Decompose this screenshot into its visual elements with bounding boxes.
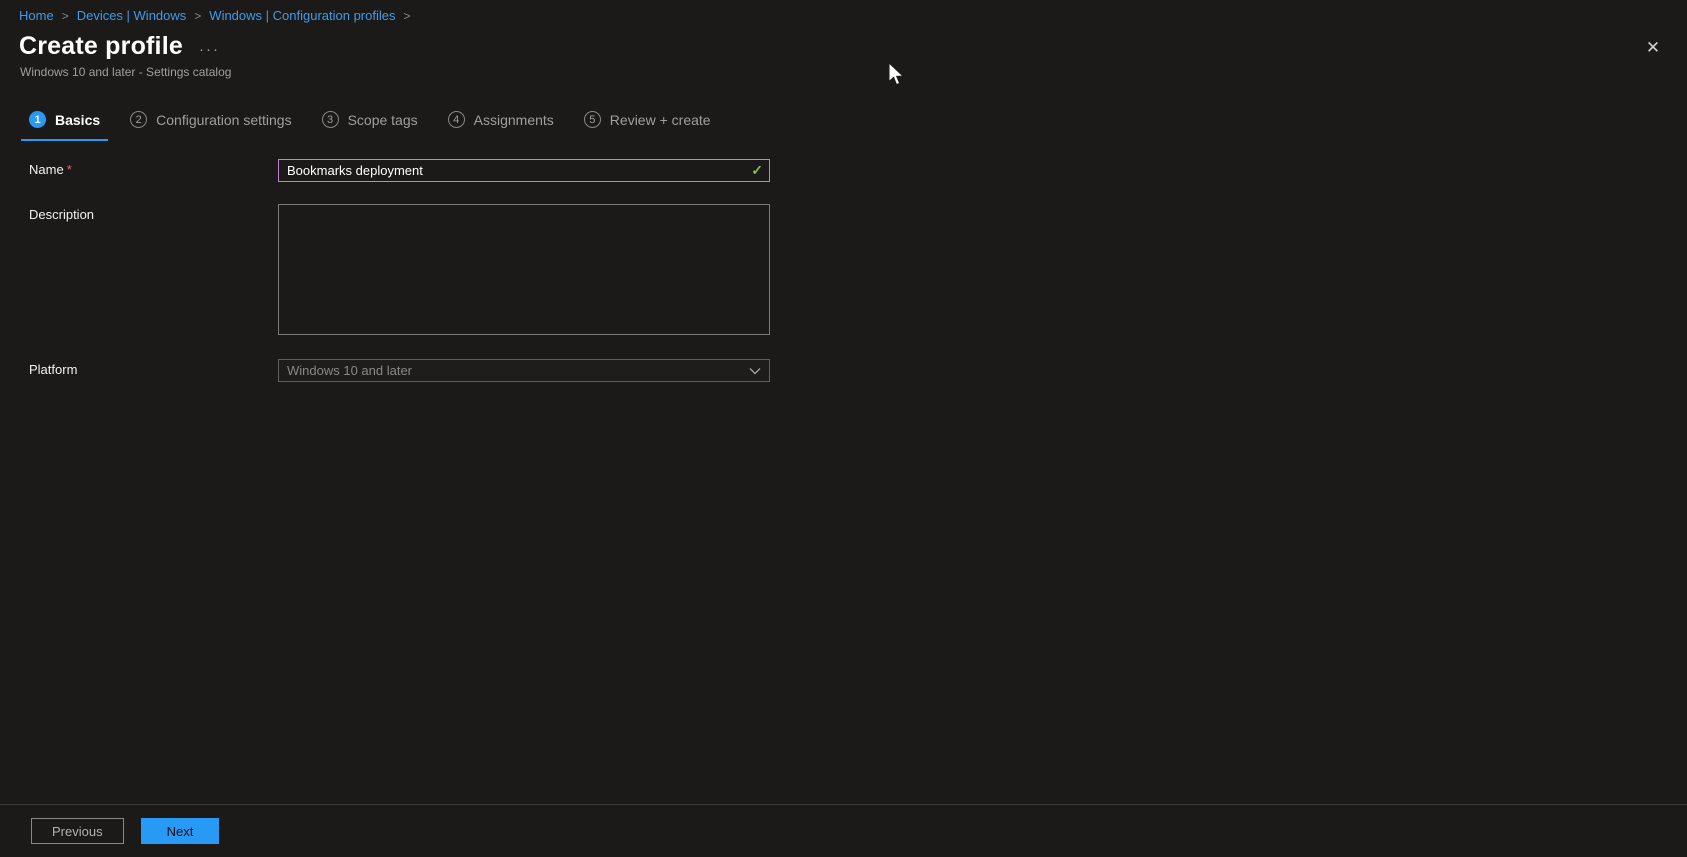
create-profile-page: Home > Devices | Windows > Windows | Con… — [0, 0, 1687, 857]
tab-scope-tags[interactable]: 3 Scope tags — [314, 105, 426, 141]
step-number-badge: 2 — [130, 111, 148, 128]
step-number-badge: 5 — [583, 111, 601, 128]
platform-dropdown[interactable]: Windows 10 and later — [278, 359, 770, 382]
wizard-footer: Previous Next — [0, 804, 1687, 857]
page-title: Create profile — [19, 32, 183, 60]
breadcrumb: Home > Devices | Windows > Windows | Con… — [0, 0, 1687, 23]
tab-basics[interactable]: 1 Basics — [21, 105, 109, 141]
chevron-down-icon — [749, 368, 761, 375]
name-input[interactable] — [278, 159, 770, 182]
step-label: Scope tags — [347, 111, 418, 128]
step-label: Basics — [55, 111, 101, 128]
tab-assignments[interactable]: 4 Assignments — [440, 105, 562, 141]
description-label: Description — [29, 207, 95, 222]
breadcrumb-separator: > — [403, 8, 411, 23]
step-number-badge: 1 — [29, 111, 46, 128]
page-subtitle: Windows 10 and later - Settings catalog — [20, 65, 232, 79]
breadcrumb-separator: > — [61, 8, 69, 23]
platform-row: Platform Windows 10 and later — [29, 359, 1687, 382]
description-field-wrap — [278, 204, 770, 340]
name-row: Name* ✓ — [29, 159, 1687, 182]
next-button[interactable]: Next — [140, 818, 220, 844]
step-number-badge: 4 — [447, 111, 465, 128]
wizard-steps: 1 Basics 2 Configuration settings 3 Scop… — [21, 105, 1687, 141]
name-label: Name * — [29, 159, 278, 177]
name-field-wrap: ✓ — [278, 159, 770, 182]
basics-form: Name* ✓ Description Platform Windows 10 … — [29, 159, 1687, 382]
breadcrumb-home[interactable]: Home — [19, 8, 54, 23]
step-label: Configuration settings — [156, 111, 292, 128]
previous-button[interactable]: Previous — [31, 818, 124, 844]
breadcrumb-separator: > — [194, 8, 202, 23]
description-row: Description — [29, 204, 1687, 340]
step-number-badge: 3 — [321, 111, 339, 128]
tab-configuration-settings[interactable]: 2 Configuration settings — [122, 105, 299, 141]
step-label: Assignments — [473, 111, 554, 128]
step-label: Review + create — [609, 111, 711, 128]
close-icon[interactable]: ✕ — [1639, 34, 1667, 62]
platform-selected-value: Windows 10 and later — [287, 363, 413, 378]
page-header: Create profile ··· — [0, 32, 1687, 61]
breadcrumb-configuration-profiles[interactable]: Windows | Configuration profiles — [209, 8, 395, 23]
name-label-text: Name — [29, 162, 64, 177]
tab-review-create[interactable]: 5 Review + create — [576, 105, 719, 141]
description-textarea[interactable] — [278, 204, 770, 335]
platform-label: Platform — [29, 362, 78, 377]
breadcrumb-devices-windows[interactable]: Devices | Windows — [77, 8, 187, 23]
more-options-button[interactable]: ··· — [199, 41, 220, 58]
required-asterisk: * — [66, 162, 72, 177]
